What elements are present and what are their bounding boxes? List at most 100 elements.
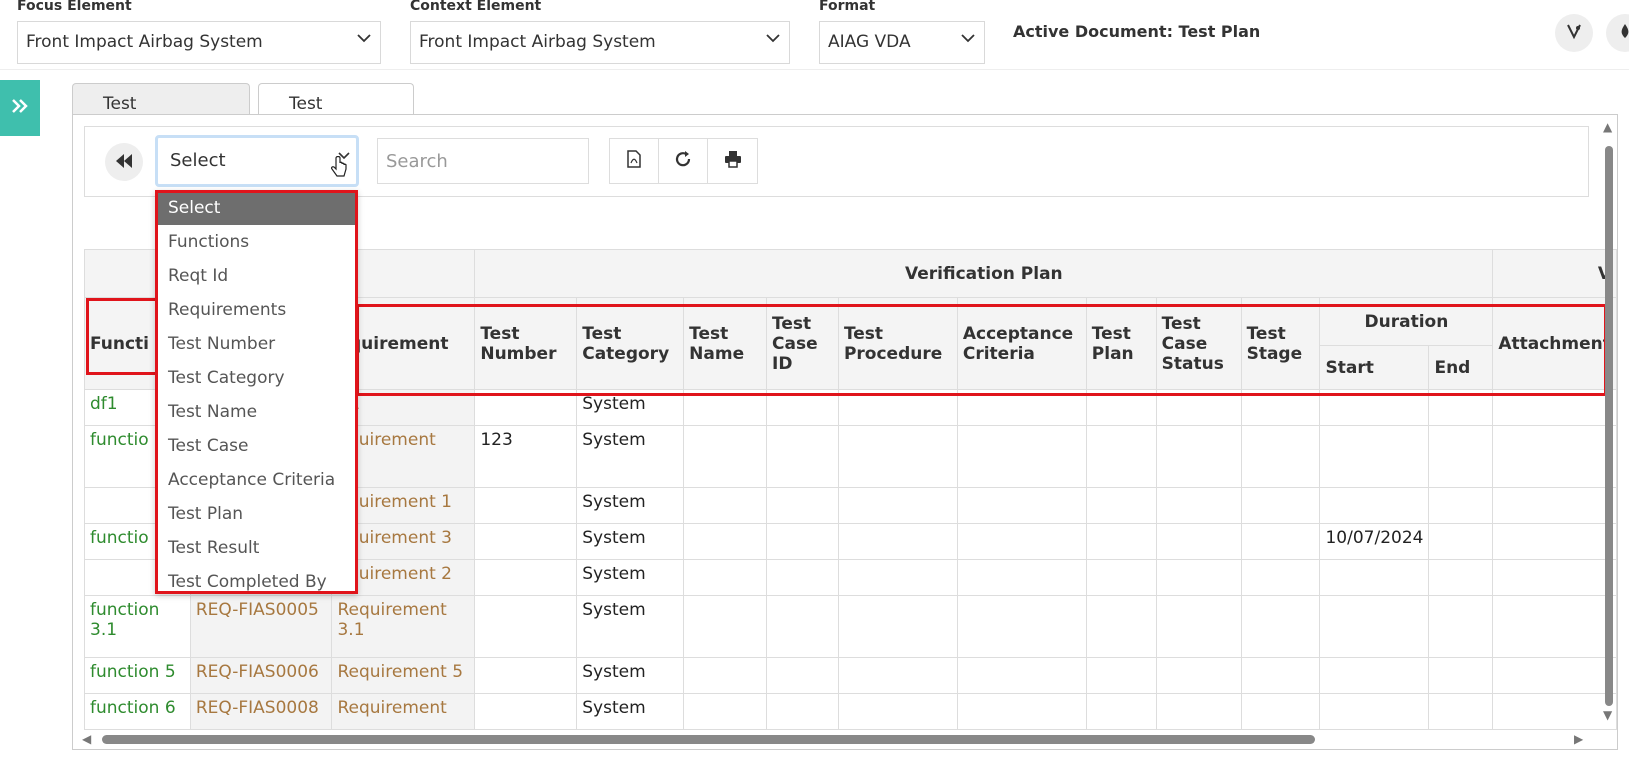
start-cell[interactable]: [1319, 657, 1430, 694]
test-category-cell[interactable]: System: [576, 693, 685, 730]
start-cell[interactable]: [1319, 425, 1430, 488]
test-category-cell[interactable]: System: [576, 523, 685, 560]
test-category-cell[interactable]: System: [576, 595, 685, 658]
table-row: function 6 REQ-FIAS0008 Requirement Syst…: [84, 693, 1617, 730]
start-cell[interactable]: [1319, 559, 1430, 596]
dropdown-option-test-case[interactable]: Test Case: [156, 429, 357, 463]
start-cell[interactable]: [1319, 595, 1430, 658]
start-cell[interactable]: [1319, 487, 1430, 524]
context-element-select[interactable]: Front Impact Airbag System: [410, 21, 790, 64]
focus-element-label: Focus Element: [17, 0, 132, 14]
print-button[interactable]: [708, 139, 757, 183]
context-element-label: Context Element: [410, 0, 542, 14]
sidebar-expand-button[interactable]: [0, 80, 40, 136]
test-number-cell[interactable]: [474, 693, 578, 730]
vertical-scroll-thumb[interactable]: [1605, 146, 1613, 706]
refresh-icon: [674, 150, 692, 172]
context-element-value: Front Impact Airbag System: [419, 32, 656, 52]
dropdown-option-requirements[interactable]: Requirements: [156, 293, 357, 327]
drop-icon: [1616, 22, 1629, 44]
table-row: function 5 REQ-FIAS0006 Requirement 5 Sy…: [84, 657, 1617, 694]
export-pdf-button[interactable]: [610, 139, 659, 183]
dropdown-option-test-plan[interactable]: Test Plan: [156, 497, 357, 531]
top-bar: Focus Element Front Impact Airbag System…: [0, 0, 1629, 70]
test-number-cell[interactable]: [474, 389, 578, 426]
function-cell[interactable]: function 5: [84, 657, 191, 694]
col-test-stage: Test Stage: [1240, 297, 1321, 390]
table-toolbar: Select Search: [84, 126, 1589, 197]
col-test-number: Test Number: [474, 297, 578, 390]
test-number-cell[interactable]: [474, 523, 578, 560]
requirement-cell[interactable]: Requirement: [331, 693, 476, 730]
column-select-dropdown: Select Functions Reqt Id Requirements Te…: [155, 190, 358, 594]
scroll-left-icon[interactable]: ◀: [82, 732, 91, 746]
reqt-id-cell[interactable]: REQ-FIAS0005: [189, 595, 333, 658]
dropdown-option-reqt-id[interactable]: Reqt Id: [156, 259, 357, 293]
format-value: AIAG VDA: [828, 32, 911, 52]
dropdown-option-select[interactable]: Select: [156, 191, 357, 225]
test-category-cell[interactable]: System: [576, 559, 685, 596]
drop-icon-button[interactable]: [1606, 14, 1629, 52]
column-select[interactable]: Select: [155, 135, 359, 187]
dropdown-option-test-category[interactable]: Test Category: [156, 361, 357, 395]
scroll-up-icon[interactable]: ▲: [1603, 120, 1612, 134]
test-category-cell[interactable]: System: [576, 657, 685, 694]
col-duration: Duration: [1319, 297, 1494, 346]
vine-icon: [1565, 22, 1583, 44]
dropdown-option-test-name[interactable]: Test Name: [156, 395, 357, 429]
dropdown-option-acceptance-criteria[interactable]: Acceptance Criteria: [156, 463, 357, 497]
format-label: Format: [819, 0, 876, 14]
test-category-cell[interactable]: System: [576, 389, 685, 426]
function-cell[interactable]: function 6: [84, 693, 191, 730]
vertical-scrollbar[interactable]: ▲ ▼: [1601, 116, 1615, 724]
chevron-down-icon: [356, 30, 372, 50]
col-test-plan: Test Plan: [1085, 297, 1157, 390]
start-cell[interactable]: 10/07/2024: [1319, 523, 1430, 560]
hand-pointer-icon: [330, 155, 348, 185]
dropdown-option-functions[interactable]: Functions: [156, 225, 357, 259]
table-row: function 3.1 REQ-FIAS0005 Requirement 3.…: [84, 595, 1617, 658]
focus-element-value: Front Impact Airbag System: [26, 32, 263, 52]
test-number-cell[interactable]: 123: [474, 425, 578, 488]
test-category-cell[interactable]: System: [576, 425, 685, 488]
requirement-cell[interactable]: Requirement 5: [331, 657, 476, 694]
reqt-id-cell[interactable]: REQ-FIAS0006: [189, 657, 333, 694]
test-number-cell[interactable]: [474, 487, 578, 524]
refresh-button[interactable]: [659, 139, 708, 183]
requirement-cell[interactable]: Requirement 3.1: [331, 595, 476, 658]
col-test-category: Test Category: [576, 297, 685, 390]
scroll-down-icon[interactable]: ▼: [1603, 708, 1612, 722]
toolbar-icon-group: [609, 138, 758, 184]
pdf-file-icon: [626, 150, 642, 172]
start-cell[interactable]: [1319, 693, 1430, 730]
dropdown-option-test-completed-by[interactable]: Test Completed By: [156, 565, 357, 599]
dropdown-option-test-result[interactable]: Test Result: [156, 531, 357, 565]
test-number-cell[interactable]: [474, 559, 578, 596]
col-test-name: Test Name: [683, 297, 768, 390]
vine-icon-button[interactable]: [1555, 14, 1593, 52]
reqt-id-cell[interactable]: REQ-FIAS0008: [189, 693, 333, 730]
active-document-label: Active Document: Test Plan: [1013, 22, 1261, 41]
column-select-value: Select: [170, 150, 226, 171]
start-cell[interactable]: [1319, 389, 1430, 426]
dropdown-option-test-number[interactable]: Test Number: [156, 327, 357, 361]
col-attachment: Attachment: [1492, 297, 1617, 390]
col-end: End: [1428, 345, 1494, 390]
scroll-right-icon[interactable]: ▶: [1574, 732, 1583, 746]
test-number-cell[interactable]: [474, 595, 578, 658]
function-cell[interactable]: function 3.1: [84, 595, 191, 658]
horizontal-scrollbar[interactable]: ◀ ▶: [82, 732, 1587, 746]
col-acceptance-criteria: Acceptance Criteria: [956, 297, 1087, 390]
print-icon: [724, 150, 742, 172]
tab-test-details[interactable]: Test Details: [258, 83, 414, 134]
focus-element-select[interactable]: Front Impact Airbag System: [17, 21, 381, 64]
test-number-cell[interactable]: [474, 657, 578, 694]
tab-test-summary[interactable]: Test Summary: [72, 83, 250, 134]
format-select[interactable]: AIAG VDA: [819, 21, 985, 64]
col-test-case-status: Test Case Status: [1155, 297, 1242, 390]
group-verification-plan: Verification Plan: [474, 249, 1494, 298]
horizontal-scroll-thumb[interactable]: [102, 735, 1315, 744]
test-category-cell[interactable]: System: [576, 487, 685, 524]
search-input[interactable]: Search: [377, 138, 589, 184]
rewind-button[interactable]: [105, 143, 143, 181]
